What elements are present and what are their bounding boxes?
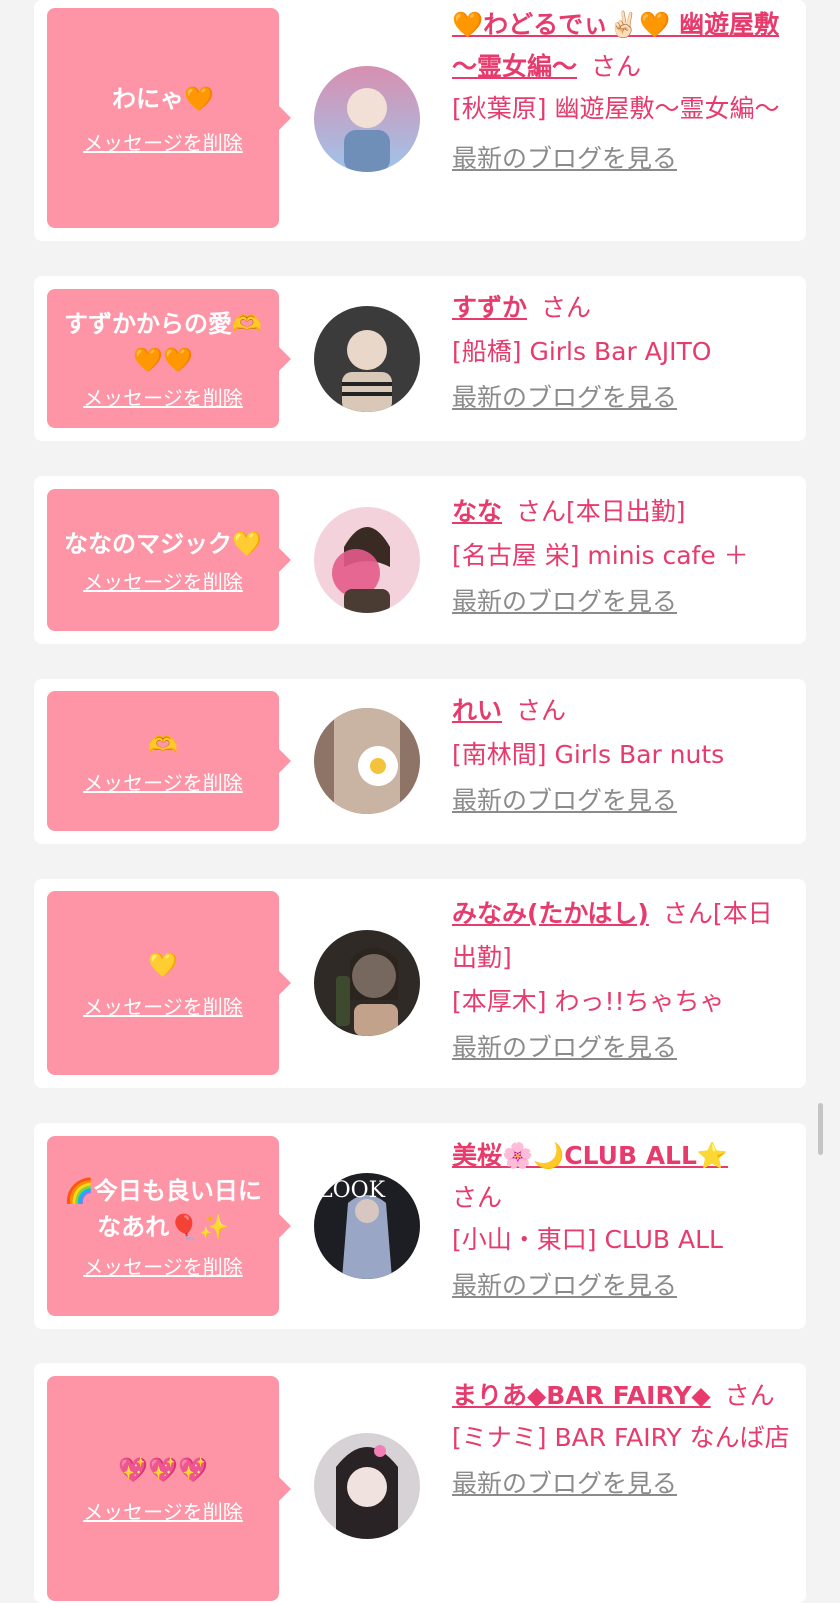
cast-card: 💖💖💖 メッセージを削除 まりあ◆BAR FAIRY◆ さん [ミナミ] BAR … (34, 1363, 806, 1603)
latest-blog-link[interactable]: 最新のブログを見る (452, 580, 792, 624)
message-text: 🌈今日も良い日になあれ🎈✨ (64, 1176, 262, 1241)
delete-message-link[interactable]: メッセージを削除 (83, 991, 243, 1020)
message-text: 💖💖💖 (118, 1456, 208, 1484)
shop-name: [名古屋 栄] minis cafe ＋ (452, 541, 749, 570)
delete-message-link[interactable]: メッセージを削除 (83, 566, 243, 595)
honorific: さん (452, 1183, 503, 1212)
cast-card: すずかからの愛🫶🧡🧡 メッセージを削除 すずか さん [船橋] Girls Bar… (34, 276, 806, 441)
honorific: さん (541, 293, 592, 322)
honorific: さん[本日出勤] (516, 497, 686, 526)
cast-info: すずか さん [船橋] Girls Bar AJITO 最新のブログを見る (452, 286, 792, 420)
latest-blog-link[interactable]: 最新のブログを見る (452, 376, 792, 420)
avatar[interactable] (314, 930, 420, 1036)
avatar-image: LOOK (314, 1173, 420, 1279)
honorific: さん (591, 52, 642, 81)
cast-name-link[interactable]: すずか (452, 293, 527, 322)
shop-name: [船橋] Girls Bar AJITO (452, 337, 712, 366)
scrollbar[interactable] (818, 1103, 823, 1155)
cast-info: 美桜🌸🌙CLUB ALL⭐ さん [小山・東口] CLUB ALL 最新のブログ… (452, 1135, 792, 1307)
avatar[interactable]: LOOK (314, 1173, 420, 1279)
avatar-image (314, 1433, 420, 1539)
message-bubble: 💛 メッセージを削除 (47, 891, 291, 1075)
cast-card: ななのマジック💛 メッセージを削除 なな さん[本日出勤] [名古屋 栄] min… (34, 476, 806, 644)
latest-blog-link[interactable]: 最新のブログを見る (452, 779, 792, 823)
latest-blog-link[interactable]: 最新のブログを見る (452, 1026, 792, 1070)
avatar-text: LOOK (318, 1178, 386, 1203)
shop-name: [秋葉原] 幽遊屋敷〜霊女編〜 (452, 94, 780, 123)
cast-name-link[interactable]: 美桜🌸🌙CLUB ALL⭐ (452, 1141, 728, 1170)
delete-message-link[interactable]: メッセージを削除 (83, 1251, 243, 1280)
avatar-image (314, 507, 420, 613)
message-text: すずかからの愛🫶🧡🧡 (64, 310, 262, 374)
cast-card: 💛 メッセージを削除 みなみ(たかはし) さん[本日出勤] [本厚木] わっ!!ち… (34, 879, 806, 1088)
message-bubble: 🫶 メッセージを削除 (47, 691, 291, 831)
cast-info: みなみ(たかはし) さん[本日出勤] [本厚木] わっ!!ちゃちゃ 最新のブログを… (452, 892, 792, 1070)
shop-name: [小山・東口] CLUB ALL (452, 1225, 723, 1254)
avatar-image (314, 708, 420, 814)
shop-name: [ミナミ] BAR FAIRY なんば店 (452, 1423, 790, 1452)
cast-card: 🌈今日も良い日になあれ🎈✨ メッセージを削除 LOOK 美桜🌸🌙CLUB ALL… (34, 1123, 806, 1329)
message-text: 💛 (148, 950, 178, 979)
shop-name: [本厚木] わっ!!ちゃちゃ (452, 987, 725, 1016)
cast-info: まりあ◆BAR FAIRY◆ さん [ミナミ] BAR FAIRY なんば店 最新… (452, 1375, 792, 1505)
avatar[interactable] (314, 507, 420, 613)
delete-message-link[interactable]: メッセージを削除 (83, 382, 243, 411)
honorific: さん (724, 1381, 775, 1410)
avatar-image (314, 66, 420, 172)
avatar-image (314, 930, 420, 1036)
avatar[interactable] (314, 1433, 420, 1539)
message-bubble: わにゃ🧡 メッセージを削除 (47, 8, 291, 228)
cast-name-link[interactable]: なな (452, 497, 502, 526)
delete-message-link[interactable]: メッセージを削除 (83, 767, 243, 796)
message-text: ななのマジック💛 (64, 529, 262, 558)
cast-info: 🧡わどるでぃ✌🏻🧡 幽遊屋敷 〜霊女編〜 さん [秋葉原] 幽遊屋敷〜霊女編〜 最… (452, 4, 792, 180)
delete-message-link[interactable]: メッセージを削除 (83, 1496, 243, 1525)
avatar-image (314, 306, 420, 412)
cast-info: なな さん[本日出勤] [名古屋 栄] minis cafe ＋ 最新のブログを見… (452, 490, 792, 624)
message-bubble: すずかからの愛🫶🧡🧡 メッセージを削除 (47, 289, 291, 428)
avatar[interactable] (314, 708, 420, 814)
message-bubble: 🌈今日も良い日になあれ🎈✨ メッセージを削除 (47, 1136, 291, 1316)
cast-info: れい さん [南林間] Girls Bar nuts 最新のブログを見る (452, 689, 792, 823)
latest-blog-link[interactable]: 最新のブログを見る (452, 138, 792, 180)
cast-card: わにゃ🧡 メッセージを削除 🧡わどるでぃ✌🏻🧡 幽遊屋敷 〜霊女編〜 さん [秋葉… (34, 0, 806, 241)
message-bubble: 💖💖💖 メッセージを削除 (47, 1376, 291, 1601)
cast-name-link[interactable]: まりあ◆BAR FAIRY◆ (452, 1381, 711, 1410)
latest-blog-link[interactable]: 最新のブログを見る (452, 1463, 792, 1505)
message-bubble: ななのマジック💛 メッセージを削除 (47, 489, 291, 631)
delete-message-link[interactable]: メッセージを削除 (83, 127, 243, 156)
cast-name-link[interactable]: みなみ(たかはし) (452, 899, 649, 928)
latest-blog-link[interactable]: 最新のブログを見る (452, 1265, 792, 1307)
cast-card: 🫶 メッセージを削除 れい さん [南林間] Girls Bar nuts 最新の… (34, 679, 806, 844)
avatar[interactable] (314, 66, 420, 172)
avatar[interactable] (314, 306, 420, 412)
cast-name-link[interactable]: れい (452, 696, 502, 725)
shop-name: [南林間] Girls Bar nuts (452, 740, 725, 769)
message-text: わにゃ🧡 (112, 84, 214, 113)
message-text: 🫶 (148, 730, 178, 759)
honorific: さん (516, 696, 567, 725)
